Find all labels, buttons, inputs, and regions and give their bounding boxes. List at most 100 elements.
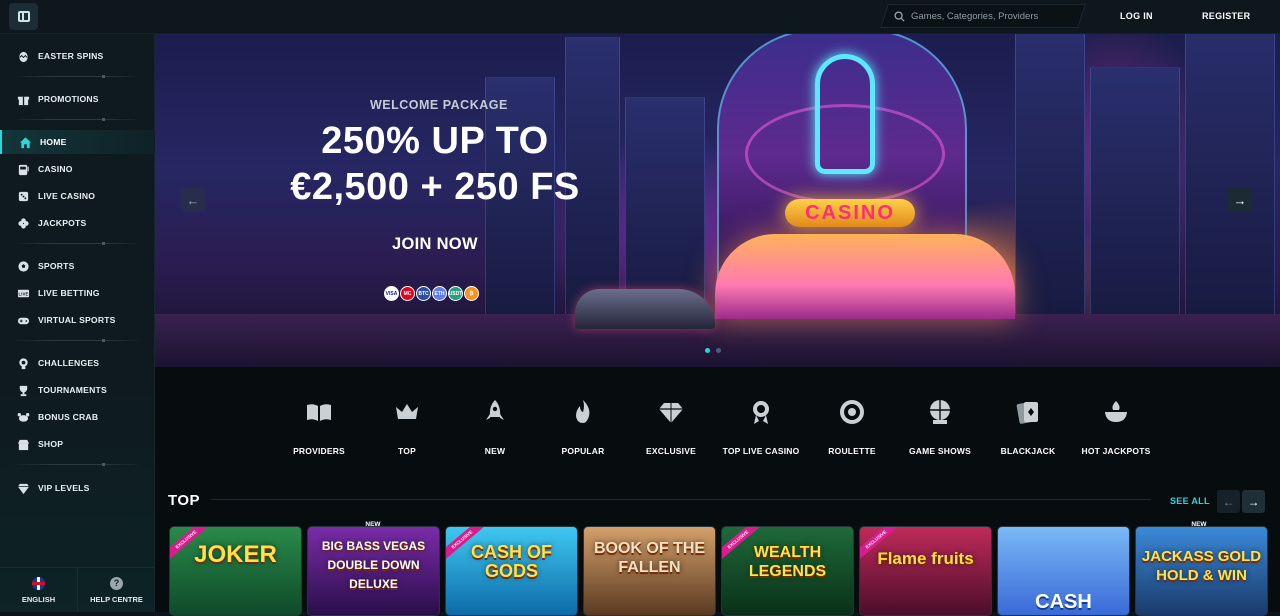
hero-next-button[interactable]: → bbox=[1228, 188, 1252, 212]
category-roulette[interactable]: ROULETTE bbox=[807, 397, 897, 456]
category-game-shows[interactable]: GAME SHOWS bbox=[895, 397, 985, 456]
game-title: JACKASS GOLD HOLD & WIN bbox=[1141, 548, 1262, 584]
slot-machine-icon bbox=[18, 164, 29, 175]
section-divider bbox=[211, 499, 1151, 500]
sidebar-item-label: CHALLENGES bbox=[38, 358, 100, 368]
game-card[interactable]: JACKASS GOLD HOLD & WIN bbox=[1135, 526, 1268, 616]
sidebar-item-label: EASTER SPINS bbox=[38, 51, 104, 61]
category-exclusive[interactable]: EXCLUSIVE bbox=[626, 397, 716, 456]
game-title: CASH bbox=[1035, 591, 1092, 613]
game-title: CASH OF GODS bbox=[471, 542, 552, 581]
live-tv-icon: LIVE bbox=[17, 289, 30, 297]
carousel-dot[interactable] bbox=[705, 348, 710, 353]
diamond-icon bbox=[17, 483, 30, 494]
sidebar-item-live-betting[interactable]: LIVE LIVE BETTING bbox=[0, 281, 155, 305]
category-top-live-casino[interactable]: TOP LIVE CASINO bbox=[716, 397, 806, 456]
category-label: POPULAR bbox=[561, 446, 605, 456]
svg-text:LIVE: LIVE bbox=[19, 291, 29, 296]
game-title: JOKER bbox=[194, 541, 277, 568]
soccer-ball-icon bbox=[18, 260, 29, 272]
carousel-dots bbox=[705, 348, 721, 353]
sidebar-item-label: BONUS CRAB bbox=[38, 412, 99, 422]
games-prev-button[interactable]: ← bbox=[1217, 490, 1240, 513]
category-label: HOT JACKPOTS bbox=[1081, 446, 1151, 456]
arrow-left-icon: ← bbox=[186, 192, 200, 208]
sidebar-item-casino[interactable]: CASINO bbox=[0, 157, 155, 181]
register-button[interactable]: REGISTER bbox=[1202, 11, 1250, 21]
ethereum-icon: ETH bbox=[432, 286, 447, 301]
category-hot-jackpots[interactable]: HOT JACKPOTS bbox=[1071, 397, 1161, 456]
visa-icon: VISA bbox=[384, 286, 399, 301]
crab-icon bbox=[17, 412, 30, 422]
category-blackjack[interactable]: BLACKJACK bbox=[983, 397, 1073, 456]
divider bbox=[12, 463, 142, 466]
game-card[interactable]: BOOK OF THE FALLEN bbox=[583, 526, 716, 616]
see-all-link[interactable]: SEE ALL bbox=[1170, 496, 1210, 506]
cards-icon bbox=[1016, 402, 1038, 424]
hero-banner[interactable]: CASINO WELCOME PACKAGE 250% UP TO €2,500… bbox=[155, 34, 1280, 367]
casino-sign: CASINO bbox=[785, 199, 915, 227]
divider bbox=[12, 339, 142, 342]
top-bar bbox=[0, 0, 1280, 34]
hero-prev-button[interactable]: ← bbox=[181, 188, 205, 212]
sidebar-item-virtual-sports[interactable]: VIRTUAL SPORTS bbox=[0, 308, 155, 332]
category-bar: PROVIDERS TOP NEW POPULAR EXCLUSIVE TOP … bbox=[155, 367, 1280, 477]
game-title: BIG BASS VEGAS DOUBLE DOWN DELUXE bbox=[321, 539, 426, 591]
help-label: HELP CENTRE bbox=[90, 594, 143, 604]
wheel-icon bbox=[930, 400, 950, 424]
sidebar-item-bonus-crab[interactable]: BONUS CRAB bbox=[0, 405, 155, 429]
sidebar-item-shop[interactable]: SHOP bbox=[0, 432, 155, 456]
sidebar-item-sports[interactable]: SPORTS bbox=[0, 254, 155, 278]
search-placeholder: Games, Categories, Providers bbox=[911, 10, 1039, 22]
help-centre-button[interactable]: ? HELP CENTRE bbox=[77, 568, 155, 612]
hero-headline: 250% UP TO €2,500 + 250 FS bbox=[255, 118, 615, 210]
neon-figure-illustration bbox=[815, 54, 875, 174]
sidebar-footer: ENGLISH ? HELP CENTRE bbox=[0, 567, 155, 612]
game-card[interactable]: CASH OF GODS EXCLUSIVE bbox=[445, 526, 578, 616]
sidebar-item-vip-levels[interactable]: VIP LEVELS bbox=[0, 476, 155, 500]
carousel-dot[interactable] bbox=[716, 348, 721, 353]
easter-egg-icon bbox=[19, 51, 28, 62]
sidebar-toggle-button[interactable] bbox=[9, 3, 38, 30]
category-popular[interactable]: POPULAR bbox=[538, 397, 628, 456]
category-providers[interactable]: PROVIDERS bbox=[274, 397, 364, 456]
arrow-left-icon: ← bbox=[1222, 494, 1235, 509]
sidebar-item-challenges[interactable]: CHALLENGES bbox=[0, 351, 155, 375]
game-card[interactable]: BIG BASS VEGAS DOUBLE DOWN DELUXE bbox=[307, 526, 440, 616]
sidebar-item-label: SHOP bbox=[38, 439, 64, 449]
hero-eyebrow: WELCOME PACKAGE bbox=[370, 98, 508, 112]
category-new[interactable]: NEW bbox=[450, 397, 540, 456]
game-card[interactable]: WEALTH LEGENDS EXCLUSIVE bbox=[721, 526, 854, 616]
gift-icon bbox=[17, 96, 30, 105]
sidebar-item-easter-spins[interactable]: EASTER SPINS bbox=[0, 44, 155, 68]
rosette-icon bbox=[753, 401, 769, 424]
join-now-button[interactable]: JOIN NOW bbox=[392, 235, 478, 254]
roulette-icon bbox=[840, 400, 864, 424]
sidebar-item-label: SPORTS bbox=[38, 261, 75, 271]
sidebar-item-home[interactable]: HOME bbox=[0, 130, 155, 154]
sidebar-item-label: VIRTUAL SPORTS bbox=[38, 315, 116, 325]
game-card[interactable]: Flame fruits EXCLUSIVE bbox=[859, 526, 992, 616]
section-title: TOP bbox=[168, 492, 201, 509]
panel-icon bbox=[17, 11, 30, 22]
games-next-button[interactable]: → bbox=[1242, 490, 1265, 513]
game-card[interactable]: CASH bbox=[997, 526, 1130, 616]
sidebar-item-label: HOME bbox=[40, 137, 67, 147]
sidebar-item-label: PROMOTIONS bbox=[38, 94, 99, 104]
game-card[interactable]: JOKER EXCLUSIVE bbox=[169, 526, 302, 616]
category-label: PROVIDERS bbox=[293, 446, 345, 456]
category-label: BLACKJACK bbox=[1000, 446, 1056, 456]
sidebar-item-live-casino[interactable]: LIVE CASINO bbox=[0, 184, 155, 208]
language-button[interactable]: ENGLISH bbox=[0, 568, 77, 612]
sidebar-item-promotions[interactable]: PROMOTIONS bbox=[0, 87, 155, 111]
sidebar-item-label: TOURNAMENTS bbox=[38, 385, 107, 395]
sidebar-item-tournaments[interactable]: TOURNAMENTS bbox=[0, 378, 155, 402]
search-input[interactable]: Games, Categories, Providers bbox=[894, 4, 1038, 28]
sidebar-item-jackpots[interactable]: JACKPOTS bbox=[0, 211, 155, 235]
game-title: Flame fruits bbox=[877, 549, 974, 568]
category-top[interactable]: TOP bbox=[362, 397, 452, 456]
sidebar: EASTER SPINS PROMOTIONS HOME CASINO LIVE… bbox=[0, 34, 155, 612]
divider bbox=[12, 242, 142, 245]
sidebar-item-label: LIVE CASINO bbox=[38, 191, 96, 201]
login-button[interactable]: LOG IN bbox=[1120, 11, 1153, 21]
